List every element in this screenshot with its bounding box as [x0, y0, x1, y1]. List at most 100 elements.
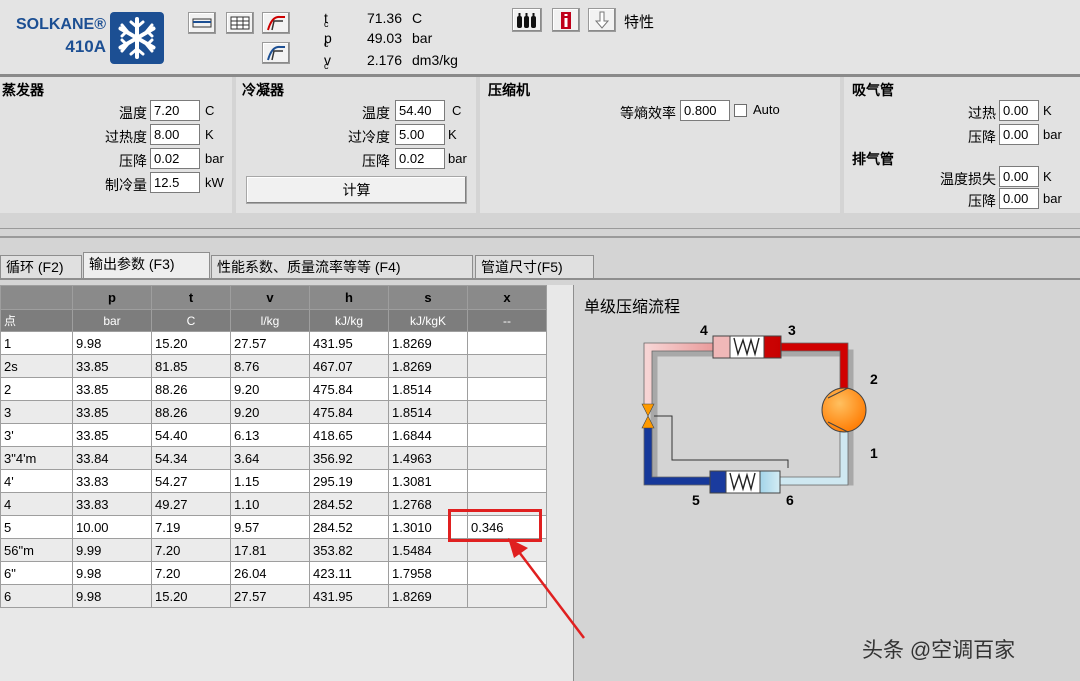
table-row-cell: 1.15	[230, 469, 310, 493]
point-label-2: 2	[870, 371, 878, 387]
cond-subcool-unit: K	[448, 127, 457, 142]
state-unit: C	[412, 10, 423, 26]
table-row-cell: 49.27	[151, 492, 231, 516]
cond-pressure-drop-label: 压降	[362, 153, 390, 169]
table-row-cell	[467, 354, 547, 378]
snowflake-icon	[110, 12, 164, 64]
table-row-cell	[467, 423, 547, 447]
isentropic-efficiency-input[interactable]	[680, 100, 730, 121]
table-row: 2 33.85 88.26 9.20 475.84 1.8514	[0, 377, 547, 401]
properties-label[interactable]: 特性	[624, 11, 654, 32]
cond-temp-input[interactable]	[395, 100, 445, 121]
table-header-row-cell: x	[467, 285, 547, 310]
table-row-cell: 2s	[0, 354, 73, 378]
table-row-cell: 26.04	[230, 561, 310, 585]
brand-name: SOLKANE®	[15, 16, 106, 33]
discharge-temp-loss-input[interactable]	[999, 166, 1039, 187]
table-row: 1 9.98 15.20 27.57 431.95 1.8269	[0, 331, 547, 355]
suction-pressure-drop-label: 压降	[968, 129, 996, 145]
table-row-cell: 1.4963	[388, 446, 468, 470]
isentropic-efficiency-label: 等熵效率	[620, 105, 676, 121]
output-table: p t v h s x 点 bar Cl/kg kJ/kg kJ/kgK -- 1 9.98 15.20 27…	[0, 285, 547, 608]
tab-pipe-sizing[interactable]: 管道尺寸(F5)	[475, 255, 594, 278]
table-row-cell	[467, 377, 547, 401]
table-row-cell: 9.98	[72, 584, 152, 608]
cond-temp-label: 温度	[362, 105, 390, 121]
table-row-cell: 7.20	[151, 561, 231, 585]
table-row-cell: 1.8514	[388, 377, 468, 401]
table-row: 3' 33.85 54.40 6.13 418.65 1.6844	[0, 423, 547, 447]
cooling-capacity-label: 制冷量	[105, 177, 147, 193]
table-row-cell: 5	[0, 515, 73, 539]
table-row-cell: 1.7958	[388, 561, 468, 585]
condenser-panel: 冷凝器 温度 C 过冷度 K 压降 bar 计算	[236, 77, 476, 213]
divider	[0, 236, 1080, 238]
discharge-pressure-drop-input[interactable]	[999, 188, 1039, 209]
cycle-chart-button[interactable]	[262, 12, 290, 34]
table-row: 3"4'm 33.84 54.34 3.64 356.92 1.4963	[0, 446, 547, 470]
condenser-title: 冷凝器	[242, 82, 284, 98]
cycle-diagram-button[interactable]	[262, 42, 290, 64]
table-view-button[interactable]	[188, 12, 216, 34]
state-value: 49.03	[366, 30, 402, 46]
tab-baseline	[0, 278, 1080, 280]
table-row-cell: 81.85	[151, 354, 231, 378]
table-row-cell: 27.57	[230, 331, 310, 355]
calculate-button[interactable]: 计算	[246, 176, 467, 204]
table-row-cell: 56"m	[0, 538, 73, 562]
table-row-cell: 17.81	[230, 538, 310, 562]
point-label-5: 5	[692, 492, 700, 508]
table-row-cell: 54.40	[151, 423, 231, 447]
suction-superheat-label: 过热	[968, 105, 996, 121]
discharge-pressure-drop-unit: bar	[1043, 191, 1062, 206]
table-row-cell: 475.84	[309, 400, 389, 424]
state-unit: bar	[412, 30, 433, 46]
table-row-cell: 27.57	[230, 584, 310, 608]
table-row: 6" 9.98 7.20 26.04 423.11 1.7958	[0, 561, 547, 585]
table-row-cell: 1.8269	[388, 584, 468, 608]
evap-temp-input[interactable]	[150, 100, 200, 121]
table-header-row-cell: p	[72, 285, 152, 310]
table-row-cell: 7.20	[151, 538, 231, 562]
suction-superheat-input[interactable]	[999, 100, 1039, 121]
table-row-cell: 1.8269	[388, 331, 468, 355]
table-row-cell: 418.65	[309, 423, 389, 447]
table-row-cell: 33.83	[72, 469, 152, 493]
cond-pressure-drop-input[interactable]	[395, 148, 445, 169]
evap-pressure-drop-input[interactable]	[150, 148, 200, 169]
diagram-title: 单级压缩流程	[584, 299, 681, 316]
properties-arrow-button[interactable]	[588, 8, 616, 32]
table-row-cell	[467, 331, 547, 355]
cooling-capacity-unit: kW	[205, 175, 224, 190]
tab-performance[interactable]: 性能系数、质量流率等等 (F4)	[211, 255, 473, 278]
table-row-cell: 88.26	[151, 377, 231, 401]
suction-pressure-drop-unit: bar	[1043, 127, 1062, 142]
table-row-cell: 4	[0, 492, 73, 516]
cooling-capacity-input[interactable]	[150, 172, 200, 193]
table-row-cell: 1.6844	[388, 423, 468, 447]
compressor-panel: 压缩机 等熵效率 Auto	[480, 77, 840, 213]
table-row-cell: 1.8269	[388, 354, 468, 378]
evap-temp-unit: C	[205, 103, 215, 118]
evap-superheat-input[interactable]	[150, 124, 200, 145]
cond-subcool-input[interactable]	[395, 124, 445, 145]
table-row-cell: 33.85	[72, 377, 152, 401]
table-row-cell: 284.52	[309, 492, 389, 516]
refrigerant-bottles-button[interactable]	[512, 8, 542, 32]
table-row-cell: 3'	[0, 423, 73, 447]
info-button[interactable]	[552, 8, 580, 32]
refrigerant-name: 410A	[65, 37, 106, 56]
tab-output-params[interactable]: 输出参数 (F3)	[83, 252, 210, 279]
table-row-cell: 9.20	[230, 377, 310, 401]
grid-view-button[interactable]	[226, 12, 254, 34]
evap-temp-label: 温度	[119, 105, 147, 121]
discharge-pressure-drop-label: 压降	[968, 193, 996, 209]
table-row-cell: 33.83	[72, 492, 152, 516]
auto-checkbox[interactable]	[734, 104, 747, 117]
tab-cycle[interactable]: 循环 (F2)	[0, 255, 82, 278]
cond-temp-unit: C	[452, 103, 462, 118]
table-row-cell: 33.85	[72, 354, 152, 378]
suction-pressure-drop-input[interactable]	[999, 124, 1039, 145]
suction-superheat-unit: K	[1043, 103, 1052, 118]
table-row-cell: 9.98	[72, 561, 152, 585]
